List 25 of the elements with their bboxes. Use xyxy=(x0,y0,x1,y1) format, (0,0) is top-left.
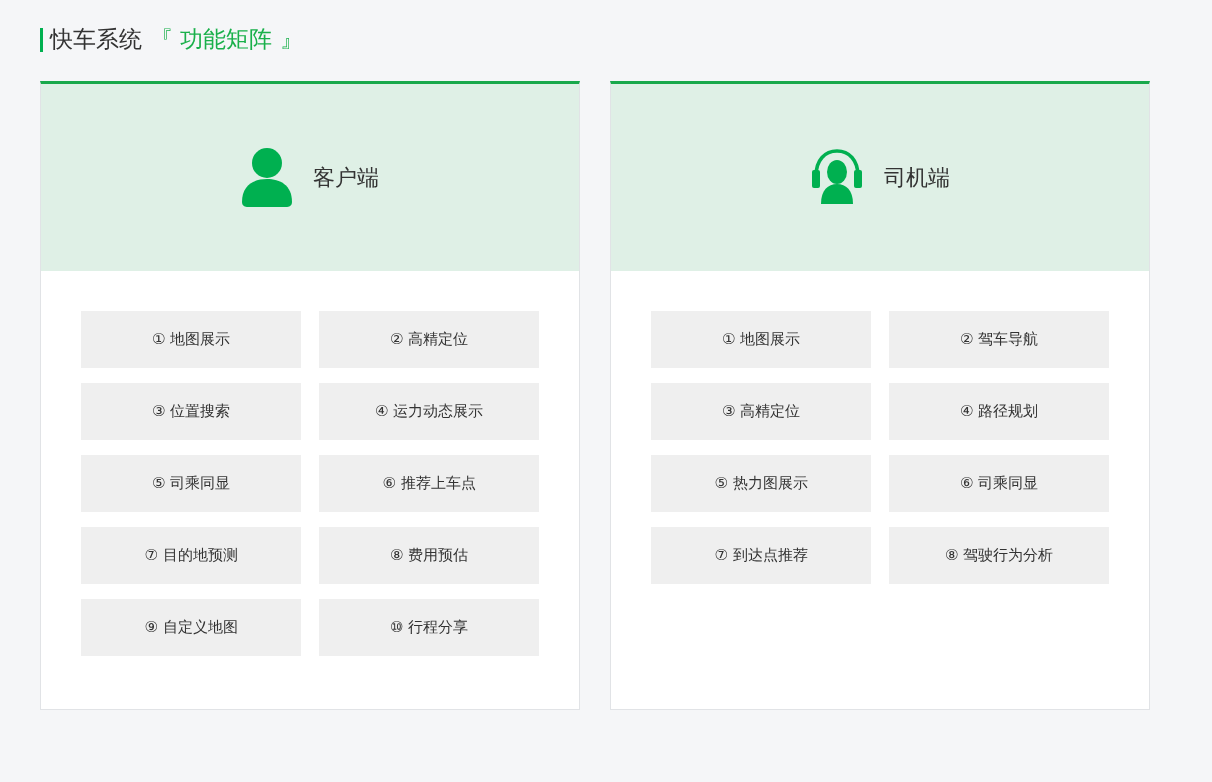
feature-tile: ④ 运力动态展示 xyxy=(319,382,539,440)
feature-tile: ⑦ 到达点推荐 xyxy=(651,526,871,584)
feature-tile: ⑥ 司乘同显 xyxy=(889,454,1109,512)
feature-tile: ⑦ 目的地预测 xyxy=(81,526,301,584)
feature-tile: ④ 路径规划 xyxy=(889,382,1109,440)
feature-tile: ⑤ 司乘同显 xyxy=(81,454,301,512)
feature-tile: ⑥ 推荐上车点 xyxy=(319,454,539,512)
feature-tile: ⑧ 驾驶行为分析 xyxy=(889,526,1109,584)
feature-tile: ⑨ 自定义地图 xyxy=(81,598,301,656)
person-icon xyxy=(241,147,293,208)
panel-title: 司机端 xyxy=(884,163,950,192)
heading-accent-bar xyxy=(40,27,43,52)
page-title: 快车系统 xyxy=(50,26,142,54)
headset-person-icon xyxy=(810,148,864,207)
feature-tile: ① 地图展示 xyxy=(651,310,871,368)
feature-tile: ① 地图展示 xyxy=(81,310,301,368)
feature-tile: ⑩ 行程分享 xyxy=(319,598,539,656)
feature-tile: ② 驾车导航 xyxy=(889,310,1109,368)
feature-tile: ② 高精定位 xyxy=(319,310,539,368)
feature-tile: ③ 高精定位 xyxy=(651,382,871,440)
feature-tile: ⑤ 热力图展示 xyxy=(651,454,871,512)
feature-tile: ⑧ 费用预估 xyxy=(319,526,539,584)
page-subtitle: 『 功能矩阵 』 xyxy=(150,26,303,54)
panel-title: 客户端 xyxy=(313,163,379,192)
feature-tile: ③ 位置搜索 xyxy=(81,382,301,440)
